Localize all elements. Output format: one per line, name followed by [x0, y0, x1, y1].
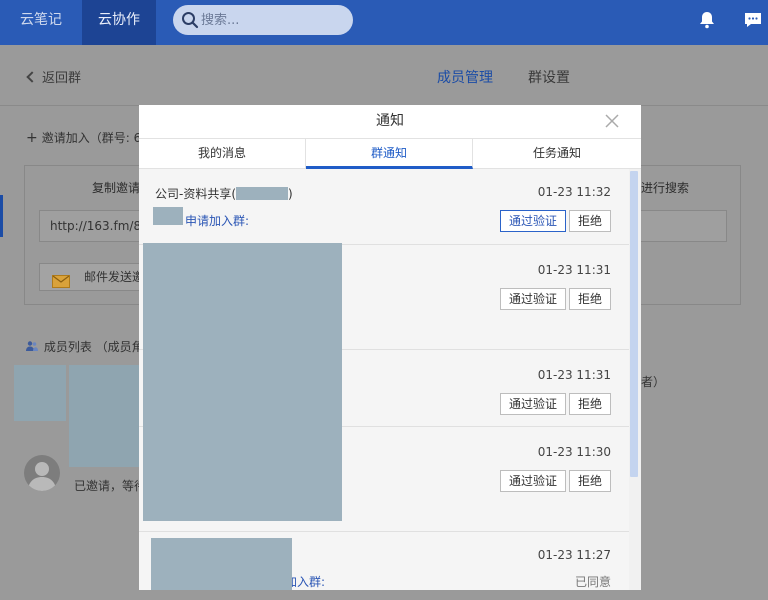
back-label: 返回群	[42, 71, 82, 86]
approve-button[interactable]: 通过验证	[500, 288, 566, 310]
tab-task-notifications[interactable]: 任务通知	[473, 139, 641, 169]
email-invite-label: 邮件发送邀	[84, 270, 145, 284]
invited-status-text: 已邀请，等待	[74, 479, 147, 493]
approve-button[interactable]: 通过验证	[500, 470, 566, 492]
top-bar: 云笔记 云协作	[0, 0, 768, 45]
redacted-block	[151, 538, 292, 590]
search-icon	[181, 11, 199, 32]
invite-section-title: + 邀请加入（群号: 6	[26, 129, 141, 146]
creator-note: 者）	[641, 375, 666, 389]
scrollbar-thumb[interactable]	[630, 171, 638, 477]
redacted-block	[143, 243, 342, 521]
modal-header: 通知	[139, 105, 641, 139]
notification-list: 公司-资料共享() 01-23 11:32 申请加入群: 通过验证 拒绝 01-…	[139, 169, 641, 590]
group-name: 公司-资料共享()	[155, 185, 293, 202]
item-time: 01-23 11:30	[537, 445, 611, 459]
item-time: 01-23 11:31	[537, 368, 611, 382]
email-invite-button[interactable]: 邮件发送邀	[39, 263, 149, 291]
left-accent-bar	[0, 195, 3, 237]
member-search-input[interactable]	[640, 210, 727, 242]
chevron-left-icon	[26, 71, 38, 83]
member-avatar-redacted	[14, 365, 66, 421]
list-item: 公司-资料共享() 01-23 11:32 申请加入群: 通过验证 拒绝	[139, 169, 629, 245]
nav-cloud-collab[interactable]: 云协作	[82, 0, 156, 45]
modal-title: 通知	[376, 113, 404, 129]
message-icon[interactable]	[743, 10, 763, 33]
apply-text: 申请加入群:	[185, 214, 250, 228]
tab-group-notifications[interactable]: 群通知	[306, 139, 473, 169]
member-list-title: 成员列表 （成员角	[26, 338, 144, 355]
tab-group-settings[interactable]: 群设置	[528, 67, 570, 87]
approve-button[interactable]: 通过验证	[500, 210, 566, 232]
close-icon[interactable]	[605, 114, 619, 131]
member-list-title-text: 成员列表 （成员角	[43, 340, 144, 354]
reject-button[interactable]: 拒绝	[569, 210, 611, 232]
reject-button[interactable]: 拒绝	[569, 393, 611, 415]
group-name-end: )	[288, 187, 293, 201]
nav-cloud-note[interactable]: 云笔记	[0, 0, 82, 45]
member-avatar-redacted	[69, 365, 141, 467]
copy-invite-title: 复制邀请	[92, 181, 141, 195]
group-name-text: 公司-资料共享(	[155, 187, 237, 201]
users-icon	[26, 340, 42, 354]
item-time: 01-23 11:27	[537, 548, 611, 562]
notification-tabs: 我的消息 群通知 任务通知	[139, 139, 641, 169]
search-member-title: 进行搜索	[641, 181, 690, 195]
mail-icon	[52, 271, 70, 290]
redacted-block	[236, 187, 289, 200]
notification-modal: 通知 我的消息 群通知 任务通知 公司-资料共享() 01-23 11:32 申…	[139, 105, 641, 590]
item-time: 01-23 11:32	[537, 185, 611, 199]
reject-button[interactable]: 拒绝	[569, 470, 611, 492]
status-badge: 已同意	[574, 575, 611, 589]
invite-title-text: 邀请加入（群号: 6	[41, 131, 142, 145]
tab-member-manage[interactable]: 成员管理	[437, 67, 493, 87]
plus-icon: +	[26, 130, 38, 146]
reject-button[interactable]: 拒绝	[569, 288, 611, 310]
tab-my-messages[interactable]: 我的消息	[139, 139, 306, 169]
redacted-block	[153, 207, 183, 225]
approve-button[interactable]: 通过验证	[500, 393, 566, 415]
search-input[interactable]	[201, 5, 341, 35]
search-box[interactable]	[173, 5, 353, 35]
item-time: 01-23 11:31	[537, 263, 611, 277]
invite-link-field[interactable]: http://163.fm/8C	[39, 210, 149, 242]
back-button[interactable]: 返回群	[26, 67, 82, 86]
avatar	[24, 455, 60, 491]
bell-icon[interactable]	[697, 10, 717, 33]
